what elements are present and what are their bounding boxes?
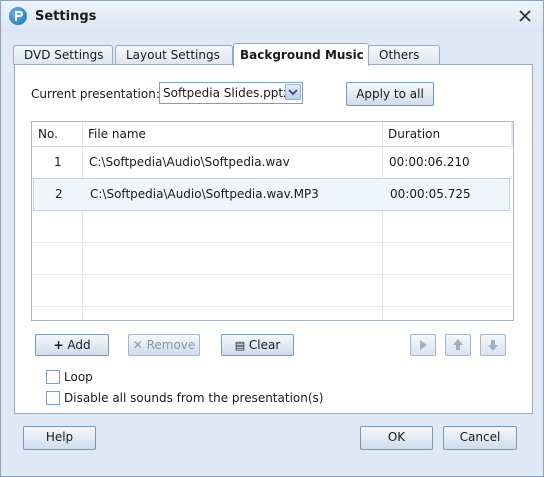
tab-label: Layout Settings — [126, 48, 220, 62]
play-icon — [420, 340, 427, 350]
column-header-no[interactable]: No. — [32, 122, 82, 147]
tab-label: Others — [379, 48, 420, 62]
play-button[interactable] — [410, 334, 436, 356]
current-presentation-label: Current presentation: — [31, 87, 160, 101]
ok-button[interactable]: OK — [360, 426, 433, 450]
apply-to-all-button[interactable]: Apply to all — [346, 82, 434, 106]
presentation-select[interactable]: Softpedia Slides.pptx — [159, 82, 303, 104]
clear-icon: ▤ — [234, 339, 246, 352]
plus-icon: + — [53, 338, 64, 352]
tab-background-music[interactable]: Background Music — [233, 43, 369, 66]
table-row — [32, 243, 511, 275]
add-button[interactable]: + Add — [35, 334, 109, 356]
move-down-icon — [488, 340, 498, 351]
settings-window: Settings DVD Settings Layout Settings Ba… — [0, 0, 544, 477]
row-duration: 00:00:06.210 — [389, 155, 470, 169]
add-label: Add — [67, 338, 91, 352]
move-up-button[interactable] — [445, 334, 471, 356]
header-label: Duration — [388, 127, 441, 141]
background-music-panel: Current presentation: Softpedia Slides.p… — [14, 64, 533, 414]
row-file-name: C:\Softpedia\Audio\Softpedia.wav.MP3 — [90, 187, 319, 201]
header-label: File name — [88, 127, 146, 141]
row-number: 2 — [55, 187, 63, 201]
remove-button[interactable]: ✕ Remove — [128, 334, 200, 356]
tab-dvd-settings[interactable]: DVD Settings — [13, 45, 113, 65]
close-icon[interactable] — [517, 8, 533, 24]
title-bar: Settings — [1, 1, 543, 33]
disable-sounds-label: Disable all sounds from the presentation… — [64, 391, 324, 405]
clear-button[interactable]: ▤ Clear — [221, 334, 294, 356]
window-title: Settings — [35, 9, 97, 24]
table-row[interactable]: 2 C:\Softpedia\Audio\Softpedia.wav.MP3 0… — [33, 178, 510, 211]
dropdown-arrow-icon[interactable] — [285, 84, 301, 100]
table-row[interactable]: 1 C:\Softpedia\Audio\Softpedia.wav 00:00… — [32, 147, 511, 179]
row-file-name: C:\Softpedia\Audio\Softpedia.wav — [89, 155, 290, 169]
music-table: No. File name Duration 1 C:\Softpedia\Au… — [31, 121, 514, 321]
tab-others[interactable]: Others — [368, 45, 440, 65]
tab-label: DVD Settings — [24, 48, 104, 62]
column-header-duration[interactable]: Duration — [383, 122, 511, 147]
table-row — [32, 211, 511, 243]
row-number: 1 — [54, 155, 62, 169]
presentation-select-value: Softpedia Slides.pptx — [163, 86, 291, 100]
help-button[interactable]: Help — [23, 426, 96, 450]
header-label: No. — [38, 127, 58, 141]
table-row — [32, 275, 511, 307]
tab-label: Background Music — [240, 48, 364, 62]
app-icon — [9, 7, 27, 25]
scrollbar[interactable] — [511, 122, 513, 146]
move-down-button[interactable] — [480, 334, 506, 356]
loop-checkbox[interactable] — [46, 370, 60, 384]
remove-x-icon: ✕ — [132, 338, 143, 352]
column-header-file-name[interactable]: File name — [83, 122, 382, 147]
cancel-button[interactable]: Cancel — [443, 426, 517, 450]
loop-label: Loop — [64, 370, 93, 384]
row-duration: 00:00:05.725 — [390, 187, 471, 201]
move-up-icon — [453, 339, 463, 350]
disable-sounds-checkbox[interactable] — [46, 391, 60, 405]
remove-label: Remove — [146, 338, 196, 352]
clear-label: Clear — [248, 338, 281, 352]
tab-layout-settings[interactable]: Layout Settings — [115, 45, 233, 65]
